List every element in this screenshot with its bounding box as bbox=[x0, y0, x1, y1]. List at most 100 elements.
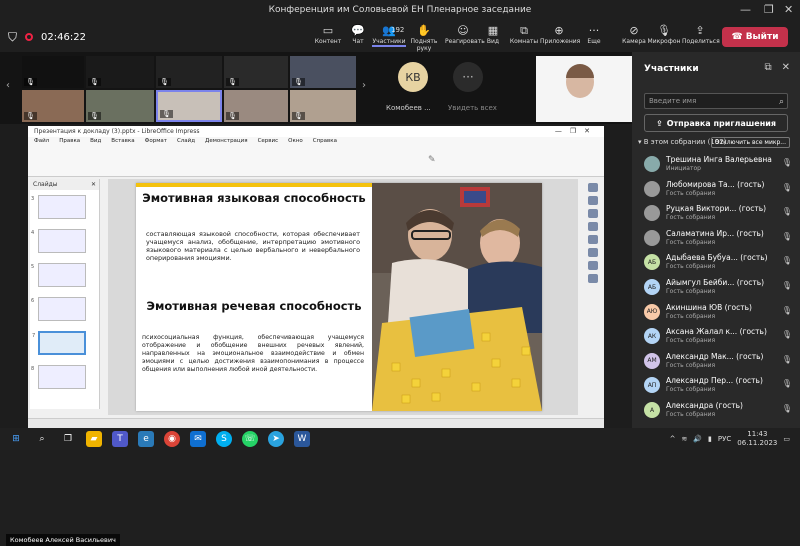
mic-off-icon[interactable]: 🎙 bbox=[782, 158, 792, 167]
participant-row[interactable]: Любомирова Та... (гость) Гость собрания 🎙 bbox=[642, 179, 796, 203]
video-tile[interactable]: 🎙 bbox=[224, 90, 288, 122]
avatar[interactable]: КВ bbox=[398, 62, 428, 92]
task-view-icon[interactable]: ❐ bbox=[60, 431, 76, 447]
teams-icon[interactable]: T bbox=[112, 431, 128, 447]
participant-row[interactable]: АЮ Акиншина ЮВ (гость) Гость собрания 🎙 bbox=[642, 302, 796, 326]
word-icon[interactable]: W bbox=[294, 431, 310, 447]
close-icon[interactable]: ✕ bbox=[782, 62, 790, 73]
outlook-icon[interactable]: ✉ bbox=[190, 431, 206, 447]
mic-button[interactable]: 🎙 Микрофон bbox=[646, 24, 682, 45]
participant-row[interactable]: АК Аксана Жалал к... (гость) Гость собрани… bbox=[642, 326, 796, 350]
menu-item[interactable]: Демонстрация bbox=[205, 138, 248, 146]
wifi-icon[interactable]: ≋ bbox=[681, 435, 687, 443]
leave-button[interactable]: ☎ Выйти bbox=[722, 27, 788, 47]
whatsapp-icon[interactable]: ☏ bbox=[242, 431, 258, 447]
strip-prev-icon[interactable]: ‹ bbox=[6, 80, 10, 91]
mic-off-icon[interactable]: 🎙 bbox=[782, 330, 792, 339]
tool-icon[interactable] bbox=[588, 235, 598, 244]
strip-next-icon[interactable]: › bbox=[362, 80, 366, 91]
participant-row[interactable]: Трешина Инга Валерьевна Инициатор 🎙 bbox=[642, 154, 796, 178]
video-tile[interactable]: 🎙 bbox=[290, 90, 356, 122]
skype-icon[interactable]: S bbox=[216, 431, 232, 447]
video-tile[interactable]: 🎙 bbox=[22, 90, 84, 122]
participants-button[interactable]: 👥 192 Участники bbox=[372, 24, 406, 47]
search-input[interactable]: Введите имя ⌕ bbox=[644, 93, 788, 109]
view-button[interactable]: ▦ Вид bbox=[480, 24, 506, 45]
mic-off-icon[interactable]: 🎙 bbox=[782, 306, 792, 315]
menu-item[interactable]: Окно bbox=[288, 138, 303, 146]
chat-button[interactable]: 💬 Чат bbox=[342, 24, 374, 45]
tray-chevron-icon[interactable]: ^ bbox=[670, 435, 676, 443]
minimize-icon[interactable]: — bbox=[740, 3, 751, 16]
slide-thumbnail[interactable]: 5 bbox=[31, 263, 86, 287]
video-tile[interactable]: 🎙 bbox=[156, 56, 222, 88]
mic-off-icon[interactable]: 🎙 bbox=[782, 207, 792, 216]
rooms-button[interactable]: ⧉ Комнаты bbox=[508, 24, 540, 45]
tool-icon[interactable] bbox=[588, 209, 598, 218]
video-tile[interactable]: 🎙 bbox=[22, 56, 84, 88]
participant-row[interactable]: АБ Айымгул Бейби... (гость) Гость собрания… bbox=[642, 277, 796, 301]
tool-icon[interactable] bbox=[588, 196, 598, 205]
battery-icon[interactable]: ▮ bbox=[708, 435, 712, 443]
tool-icon[interactable] bbox=[588, 248, 598, 257]
mic-off-icon[interactable]: 🎙 bbox=[782, 183, 792, 192]
video-tile[interactable]: 🎙 bbox=[224, 56, 288, 88]
tool-icon[interactable] bbox=[588, 183, 598, 192]
chrome-icon[interactable]: ◉ bbox=[164, 431, 180, 447]
popout-icon[interactable]: ⧉ bbox=[764, 62, 771, 73]
close-panel-icon[interactable]: ✕ bbox=[91, 181, 96, 188]
clock[interactable]: 11:43 06.11.2023 bbox=[737, 430, 777, 448]
mic-off-icon[interactable]: 🎙 bbox=[782, 379, 792, 388]
slide-thumbnail[interactable]: 6 bbox=[31, 297, 86, 321]
menu-item[interactable]: Файл bbox=[34, 138, 49, 146]
windows-start-icon[interactable]: ⊞ bbox=[8, 431, 24, 447]
mic-off-icon[interactable]: 🎙 bbox=[782, 355, 792, 364]
video-tile[interactable]: 🎙 bbox=[86, 56, 154, 88]
meeting-section[interactable]: ▾ В этом собрании (192) Отключить все мик… bbox=[638, 137, 794, 150]
mic-off-icon[interactable]: 🎙 bbox=[782, 232, 792, 241]
mic-off-icon[interactable]: 🎙 bbox=[782, 256, 792, 265]
slide-thumbnail[interactable]: 3 bbox=[31, 195, 86, 219]
menu-item[interactable]: Формат bbox=[145, 138, 167, 146]
edge-icon[interactable]: e bbox=[138, 431, 154, 447]
tool-icon[interactable] bbox=[588, 274, 598, 283]
more-participants-icon[interactable]: ··· bbox=[453, 62, 483, 92]
participant-row[interactable]: Руцкая Виктори... (гость) Гость собрания 🎙 bbox=[642, 203, 796, 227]
video-tile[interactable] bbox=[536, 56, 632, 122]
invite-button[interactable]: ⇪ Отправка приглашения bbox=[644, 114, 788, 132]
participant-row[interactable]: Саламатина Ир... (гость) Гость собрания 🎙 bbox=[642, 228, 796, 252]
close-window-icon[interactable]: ✕ bbox=[784, 3, 793, 16]
mute-all-button[interactable]: Отключить все микр... bbox=[710, 137, 790, 148]
mic-off-icon[interactable]: 🎙 bbox=[782, 281, 792, 290]
participant-row[interactable]: АМ Александр Мак... (гость) Гость собрания… bbox=[642, 351, 796, 375]
apps-button[interactable]: ⊕ Приложения bbox=[540, 24, 580, 45]
slide-thumbnail[interactable]: 8 bbox=[31, 365, 86, 389]
menu-item[interactable]: Правка bbox=[59, 138, 80, 146]
more-button[interactable]: ··· Еще bbox=[580, 24, 608, 45]
react-button[interactable]: ☺ Реагировать bbox=[445, 24, 485, 45]
slide-canvas[interactable]: Эмотивная языковая способность составляю… bbox=[108, 179, 578, 415]
slide-thumbnail[interactable]: 4 bbox=[31, 229, 86, 253]
mic-off-icon[interactable]: 🎙 bbox=[782, 404, 792, 413]
menu-item[interactable]: Вид bbox=[90, 138, 101, 146]
pen-icon[interactable]: ✎ bbox=[428, 155, 436, 165]
telegram-icon[interactable]: ➤ bbox=[268, 431, 284, 447]
participant-row[interactable]: АП Александр Пер... (гость) Гость собрания… bbox=[642, 375, 796, 399]
see-all-label[interactable]: Увидеть всех bbox=[448, 104, 497, 112]
share-button[interactable]: ⇪ Поделиться bbox=[682, 24, 720, 45]
participant-row[interactable]: АБ Адыбаева Бубуа... (гость) Гость собрани… bbox=[642, 252, 796, 276]
slide-thumbnail[interactable]: 7 bbox=[32, 331, 86, 355]
menu-item[interactable]: Справка bbox=[313, 138, 337, 146]
video-tile[interactable]: 🎙 bbox=[86, 90, 154, 122]
video-tile[interactable]: 🎙 bbox=[290, 56, 356, 88]
language-indicator[interactable]: РУС bbox=[718, 435, 731, 443]
notifications-icon[interactable]: ▭ bbox=[783, 435, 790, 443]
maximize-icon[interactable]: ❐ bbox=[764, 3, 774, 16]
file-explorer-icon[interactable]: ▰ bbox=[86, 431, 102, 447]
participant-row[interactable]: А Александра (гость) Гость собрания 🎙 bbox=[642, 400, 796, 424]
volume-icon[interactable]: 🔊 bbox=[693, 435, 702, 443]
shield-icon[interactable]: ⛉ bbox=[8, 30, 17, 44]
search-icon[interactable]: ⌕ bbox=[34, 431, 50, 447]
raise-hand-button[interactable]: ✋ Поднять руку bbox=[405, 24, 443, 52]
video-tile-active[interactable]: 🎙 bbox=[156, 90, 222, 122]
